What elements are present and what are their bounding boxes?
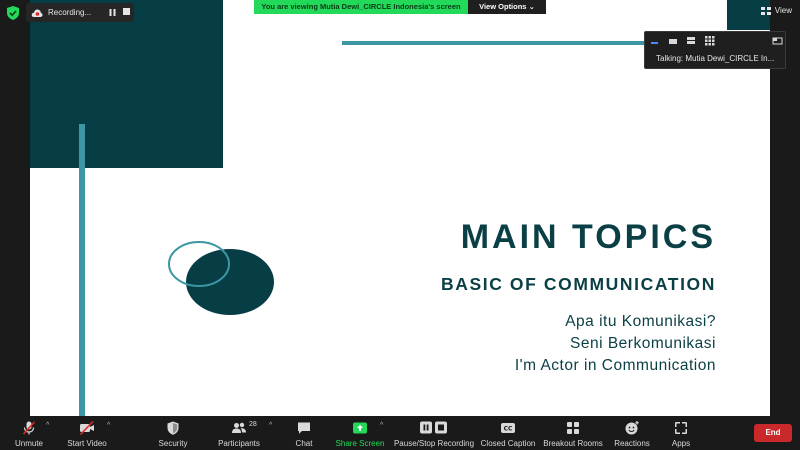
chevron-down-icon: ⌄ — [528, 2, 535, 11]
share-screen-caret-icon[interactable]: ^ — [380, 422, 383, 429]
view-grid-icon — [760, 6, 771, 15]
apps-button[interactable]: Apps — [670, 416, 692, 450]
recording-label: Recording... — [48, 8, 92, 17]
slide-corner-block — [727, 0, 770, 30]
talking-indicator: Talking: Mutia Dewi_CIRCLE In... — [656, 54, 775, 63]
video-off-icon — [79, 420, 94, 436]
unmute-button[interactable]: Unmute — [14, 416, 44, 450]
security-shield-icon — [167, 421, 179, 435]
unmute-label: Unmute — [14, 439, 43, 448]
speaker-thumbnail-panel: Talking: Mutia Dewi_CIRCLE In... — [644, 31, 786, 69]
video-options-caret-icon[interactable]: ^ — [107, 422, 110, 429]
apps-label: Apps — [671, 439, 691, 448]
breakout-rooms-icon — [567, 422, 579, 434]
pause-icon[interactable] — [108, 8, 117, 17]
start-video-button[interactable]: Start Video — [66, 416, 108, 450]
record-control-icon — [420, 421, 447, 434]
chat-icon — [298, 422, 310, 434]
svg-text:CC: CC — [504, 426, 513, 433]
zoom-meeting-window: MAIN TOPICS BASIC OF COMMUNICATION Apa i… — [0, 0, 800, 450]
audio-options-caret-icon[interactable]: ^ — [46, 422, 49, 429]
thumbnail-video-icon — [669, 39, 677, 44]
viewing-text: You are viewing Mutia Dewi_CIRCLE Indone… — [254, 0, 468, 14]
screen-share-banner: You are viewing Mutia Dewi_CIRCLE Indone… — [254, 0, 546, 14]
slide-item-3: I'm Actor in Communication — [514, 357, 716, 374]
share-screen-button[interactable]: Share Screen — [336, 416, 384, 450]
closed-caption-button[interactable]: CC Closed Caption — [480, 416, 536, 450]
reactions-icon — [625, 421, 639, 435]
breakout-rooms-label: Breakout Rooms — [543, 439, 603, 448]
view-options-button[interactable]: View Options ⌄ — [468, 0, 546, 14]
minimize-icon — [651, 42, 658, 44]
slide-vertical-line — [79, 124, 85, 416]
mic-muted-icon — [22, 421, 36, 435]
shield-icon[interactable] — [6, 5, 20, 21]
chat-label: Chat — [295, 439, 313, 448]
thumbnail-controls[interactable] — [649, 35, 783, 47]
security-button[interactable]: Security — [157, 416, 189, 450]
participants-label: Participants — [218, 439, 260, 448]
pause-stop-recording-button[interactable]: Pause/Stop Recording — [393, 416, 475, 450]
view-options-label: View Options — [479, 2, 527, 11]
view-button[interactable]: View — [760, 6, 792, 15]
apps-icon — [675, 422, 687, 434]
cc-icon: CC — [501, 423, 515, 433]
speaker-view-icon — [687, 37, 695, 40]
participants-count: 28 — [249, 421, 257, 428]
slide-item-2: Seni Berkomunikasi — [570, 335, 716, 352]
stop-icon[interactable] — [123, 8, 130, 15]
pause-stop-recording-label: Pause/Stop Recording — [393, 439, 475, 448]
slide-circles-decoration — [168, 241, 274, 315]
reactions-label: Reactions — [614, 439, 650, 448]
share-screen-label: Share Screen — [335, 439, 385, 448]
view-label: View — [774, 6, 792, 15]
start-video-label: Start Video — [67, 439, 107, 448]
end-meeting-button[interactable]: End — [754, 424, 792, 442]
recording-indicator: Recording... — [26, 3, 134, 22]
chat-button[interactable]: Chat — [294, 416, 314, 450]
closed-caption-label: Closed Caption — [480, 439, 536, 448]
breakout-rooms-button[interactable]: Breakout Rooms — [543, 416, 603, 450]
recording-cloud-icon — [31, 9, 43, 17]
meeting-toolbar: Unmute ^ Start Video ^ Security Particip… — [0, 416, 800, 450]
slide-horizontal-line — [342, 41, 672, 45]
slide-title: MAIN TOPICS — [460, 218, 716, 256]
participants-icon — [232, 422, 246, 433]
slide-item-1: Apa itu Komunikasi? — [565, 313, 716, 330]
slide-teal-block — [30, 0, 223, 168]
share-screen-icon — [353, 422, 367, 434]
security-label: Security — [158, 439, 188, 448]
gallery-view-icon — [705, 36, 715, 46]
reactions-button[interactable]: Reactions — [614, 416, 650, 450]
participants-caret-icon[interactable]: ^ — [269, 422, 272, 429]
slide-subtitle: BASIC OF COMMUNICATION — [441, 274, 716, 294]
